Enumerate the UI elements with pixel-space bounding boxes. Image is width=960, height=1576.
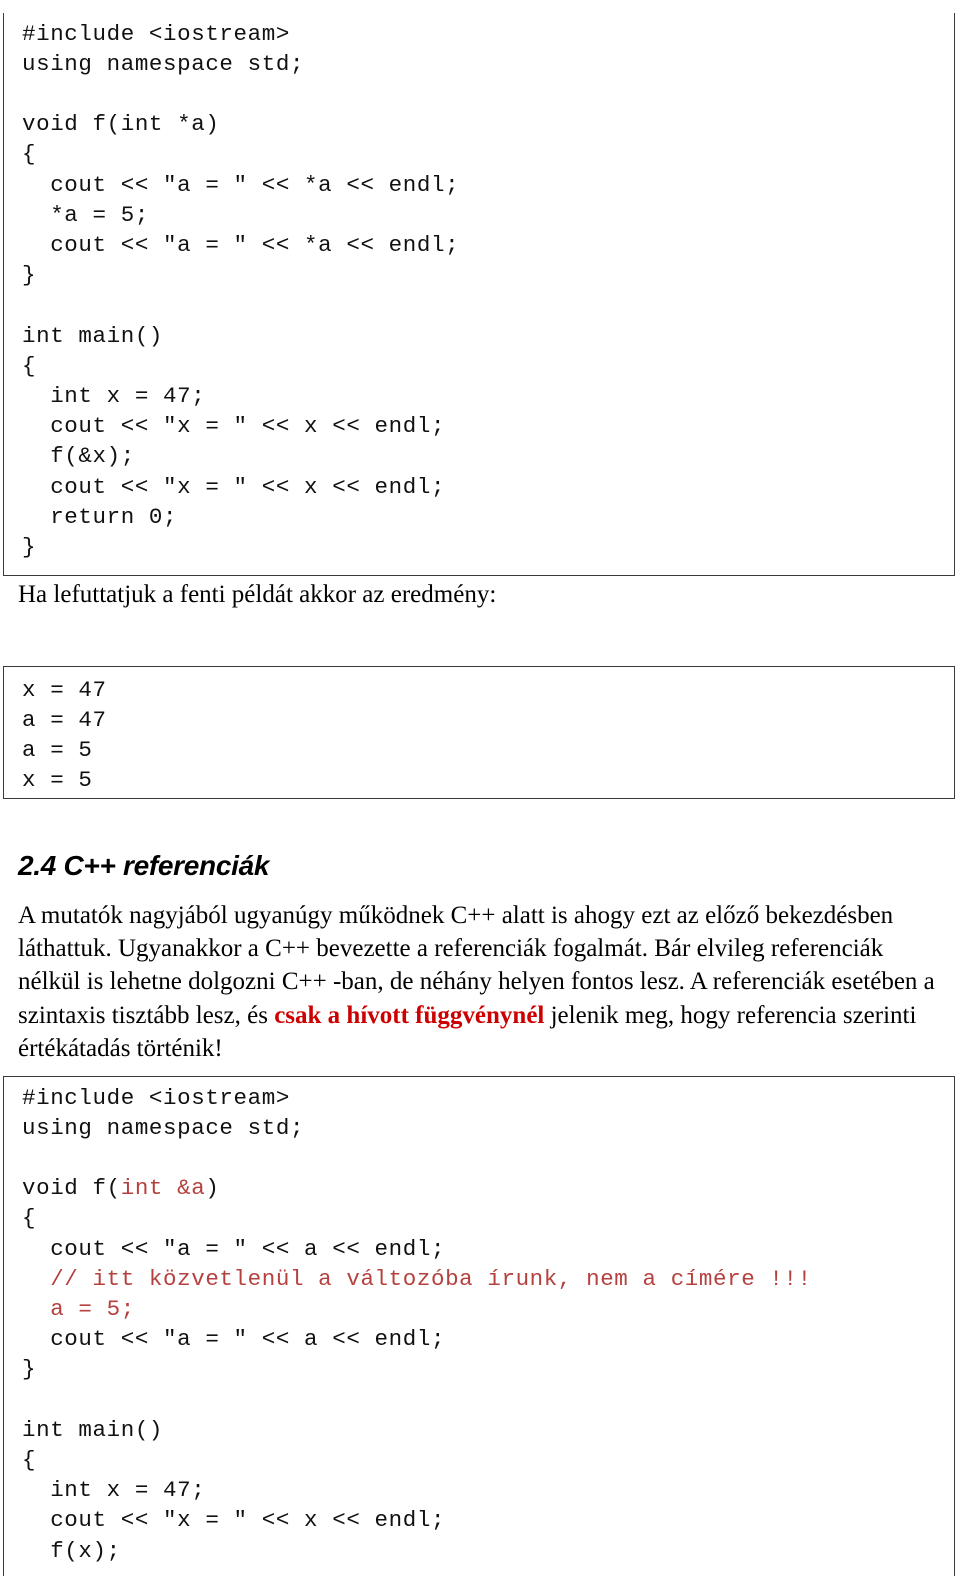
code-token: } <box>22 1356 37 1383</box>
code-token: cout << "x = " << x << endl; <box>22 1507 446 1534</box>
code-token: int x = 47; <box>22 1477 206 1504</box>
code-line: } <box>22 262 37 289</box>
code-line: #include <iostream> <box>22 20 290 47</box>
code-line: *a = 5; <box>22 201 149 228</box>
code-line: x = 5 <box>22 767 93 794</box>
code-token-highlight: // itt közvetlenül a változóba írunk, ne… <box>22 1265 812 1292</box>
code-line: { <box>22 141 37 168</box>
code-line: } <box>22 1354 954 1384</box>
code-token: int main() <box>22 1416 164 1443</box>
code-line: using namespace std; <box>22 50 305 77</box>
code-token-highlight: a = 5; <box>22 1295 135 1322</box>
code-line: } <box>22 533 37 560</box>
code-line: cout << "a = " << *a << endl; <box>22 171 460 198</box>
code-token: ) <box>205 1175 220 1202</box>
program-output-listing: x = 47 a = 47 a = 5 x = 5 <box>3 665 955 799</box>
code-token: void f( <box>22 1175 121 1202</box>
code-token: { <box>22 1205 37 1232</box>
code-line: void f(int &a) <box>22 1173 954 1203</box>
code-line: { <box>22 1203 954 1233</box>
code-line: cout << "x = " << x << endl; <box>22 413 446 440</box>
section-paragraph: A mutatók nagyjából ugyanúgy működnek C+… <box>18 899 938 1065</box>
code-line: return 0; <box>22 503 178 530</box>
code-token: cout << "a = " << a << endl; <box>22 1326 446 1353</box>
code-line: // itt közvetlenül a változóba írunk, ne… <box>22 1264 954 1294</box>
code-line: cout << "a = " << a << endl; <box>22 1324 954 1354</box>
code-line: { <box>22 352 37 379</box>
code-token: #include <iostream> <box>22 1084 290 1111</box>
code-line: a = 5 <box>22 736 93 763</box>
code-line: cout << "a = " << *a << endl; <box>22 231 460 258</box>
code-token: using namespace std; <box>22 1114 305 1141</box>
code-line: #include <iostream> <box>22 1083 954 1113</box>
code-line: int x = 47; <box>22 1475 954 1505</box>
section-heading: 2.4 C++ referenciák <box>18 850 270 882</box>
code-line: { <box>22 1445 954 1475</box>
code-line: x = 47 <box>22 676 107 703</box>
code-line: cout << "a = " << a << endl; <box>22 1234 954 1264</box>
code-line: cout << "x = " << x << endl; <box>22 473 446 500</box>
code-line: int main() <box>22 1415 954 1445</box>
code-line: void f(int *a) <box>22 111 220 138</box>
code-line: f(&x); <box>22 443 135 470</box>
pointer-code-listing: #include <iostream> using namespace std; … <box>3 12 955 576</box>
document-page: #include <iostream> using namespace std; … <box>0 0 960 1576</box>
result-caption: Ha lefuttatjuk a fenti példát akkor az e… <box>18 581 497 608</box>
code-line: cout << "x = " << x << endl; <box>22 1505 954 1535</box>
code-line: using namespace std; <box>22 1113 954 1143</box>
code-line: a = 5; <box>22 1294 954 1324</box>
code-line: a = 47 <box>22 706 107 733</box>
code-token-highlight: int &a <box>120 1175 206 1202</box>
code-token: cout << "a = " << a << endl; <box>22 1235 446 1262</box>
paragraph-emphasis: csak a hívott függvénynél <box>274 1001 545 1029</box>
reference-code-listing: #include <iostream> using namespace std; … <box>3 1075 955 1576</box>
code-token: { <box>22 1446 37 1473</box>
code-line: int main() <box>22 322 164 349</box>
code-line: int x = 47; <box>22 382 206 409</box>
